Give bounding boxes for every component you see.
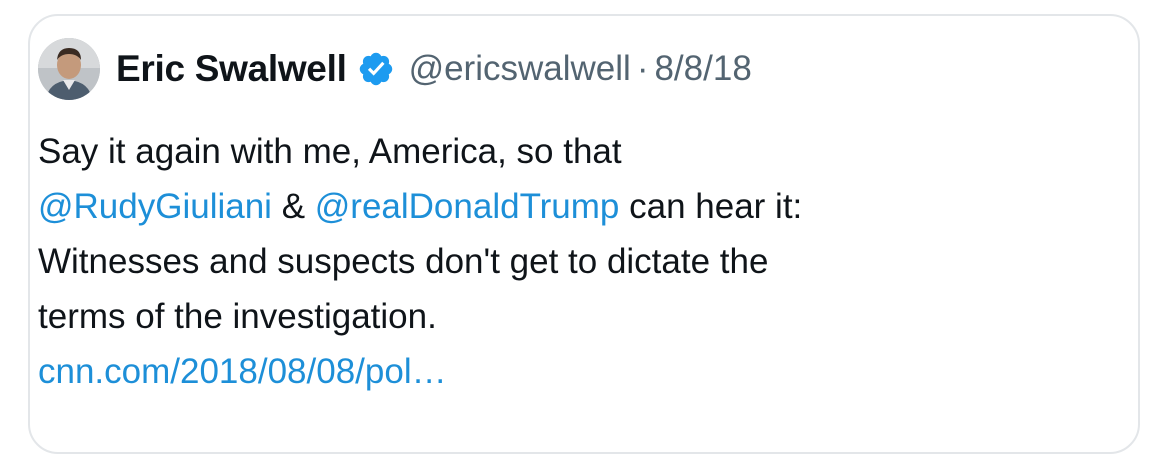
tweet-line-1: Say it again with me, America, so that <box>38 132 622 171</box>
tweet-line-2-tail: can hear it: <box>619 187 803 226</box>
tweet-line-2: @RudyGiuliani & @realDonaldTrump can hea… <box>38 179 1098 234</box>
tweet-date[interactable]: 8/8/18 <box>654 49 751 89</box>
author-name[interactable]: Eric Swalwell <box>116 48 347 90</box>
tweet-line-4: terms of the investigation. <box>38 297 437 336</box>
avatar[interactable] <box>38 38 100 100</box>
cnn-article-link[interactable]: cnn.com/2018/08/08/pol… <box>38 344 1098 399</box>
verified-badge-icon <box>357 50 395 88</box>
tweet-text: Say it again with me, America, so that @… <box>38 124 1098 399</box>
avatar-image <box>38 38 100 100</box>
dot-separator: · <box>636 49 649 88</box>
author-handle[interactable]: @ericswalwell <box>409 49 631 89</box>
mention-link-rudygiuliani[interactable]: @RudyGiuliani <box>38 187 272 226</box>
tweet-header: Eric Swalwell @ericswalwell · 8/8/18 <box>38 38 752 100</box>
tweet-line-3: Witnesses and suspects don't get to dict… <box>38 242 769 281</box>
mention-link-realdonaldtrump[interactable]: @realDonaldTrump <box>315 187 620 226</box>
ampersand-text: & <box>271 187 315 226</box>
